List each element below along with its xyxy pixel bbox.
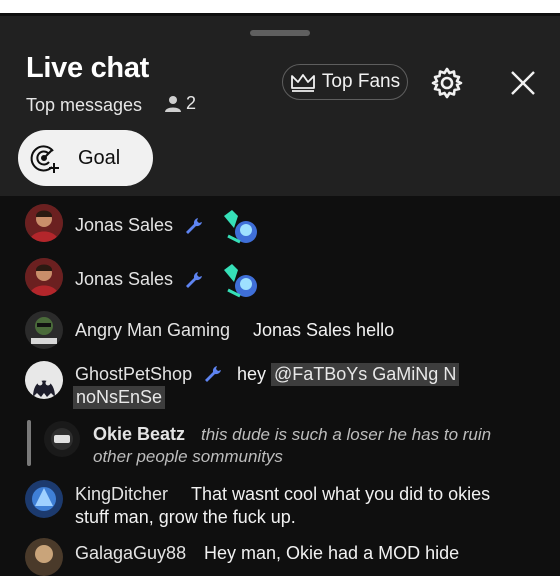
status-strip [0, 0, 560, 16]
avatar[interactable] [25, 361, 63, 399]
mention-chip-continued[interactable]: noNsEnSe [73, 386, 166, 409]
goal-target-icon [30, 145, 59, 173]
drag-handle[interactable] [250, 30, 310, 36]
author-name[interactable]: GhostPetShop [75, 364, 192, 385]
wrench-icon [205, 366, 221, 382]
author-name[interactable]: Okie Beatz [93, 424, 185, 445]
avatar[interactable] [25, 311, 63, 349]
waving-sticker-icon [224, 210, 257, 244]
author-name[interactable]: KingDitcher [75, 484, 168, 505]
chat-title: Live chat [26, 52, 150, 84]
author-name[interactable]: GalagaGuy88 [75, 543, 186, 564]
mention-chip[interactable]: @FaTBoYs GaMiNg N [271, 363, 460, 386]
top-fans-label: Top Fans [321, 71, 401, 92]
message-text-continued: stuff man, grow the fuck up. [75, 507, 296, 527]
avatar[interactable] [25, 204, 63, 242]
avatar[interactable] [44, 421, 80, 457]
top-fans-button[interactable]: Top Fans [282, 64, 408, 100]
author-name[interactable]: Jonas Sales [75, 215, 173, 236]
viewer-count-value: 2 [186, 93, 197, 113]
avatar[interactable] [25, 538, 63, 576]
close-icon[interactable] [508, 68, 538, 98]
chat-mode-selector[interactable]: Top messages [26, 95, 142, 116]
author-name[interactable]: Angry Man Gaming [75, 320, 230, 341]
message-text: Jonas Sales hello [253, 320, 395, 340]
goal-button[interactable]: Goal [18, 130, 153, 186]
reply-indicator [27, 420, 31, 466]
person-icon [165, 95, 181, 112]
goal-label: Goal [78, 146, 121, 169]
message-text: Hey man, Okie had a MOD hide [204, 543, 460, 563]
avatar[interactable] [25, 258, 63, 296]
waving-sticker-icon [224, 264, 257, 298]
avatar[interactable] [25, 480, 63, 518]
chat-header-panel: Live chat Top messages 2 Top Fans Goal [0, 16, 560, 196]
viewer-count: 2 [164, 93, 196, 114]
gear-icon[interactable] [430, 66, 464, 100]
quoted-text: this dude is such a loser he has to ruin [201, 425, 492, 444]
author-name[interactable]: Jonas Sales [75, 269, 173, 290]
message-text: hey [237, 364, 267, 384]
crown-icon [291, 74, 315, 92]
quoted-text-continued: other people sommunitys [93, 447, 283, 466]
message-text: That wasnt cool what you did to okies [191, 484, 491, 504]
wrench-icon [186, 218, 202, 234]
wrench-icon [186, 272, 202, 288]
